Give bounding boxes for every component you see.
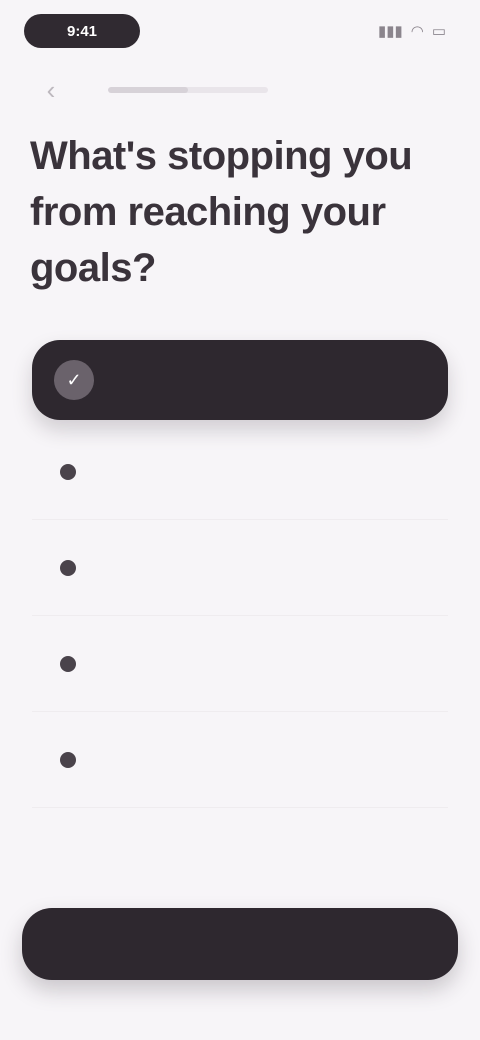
- continue-button[interactable]: [22, 908, 458, 980]
- check-icon: ✓: [54, 360, 94, 400]
- option-bullet-icon: [60, 751, 76, 768]
- wifi-icon: ◠: [410, 23, 424, 40]
- option-item[interactable]: [32, 520, 448, 616]
- option-selected[interactable]: ✓: [32, 340, 448, 420]
- status-icons: ▮▮▮ ◠ ▭: [378, 22, 446, 40]
- status-bar: 9:41 ▮▮▮ ◠ ▭: [24, 14, 446, 48]
- screen: 9:41 ▮▮▮ ◠ ▭ ‹ What's stopping you from …: [0, 0, 480, 1040]
- back-arrow-icon: ‹: [46, 75, 56, 105]
- options-list: ✓: [32, 340, 448, 808]
- top-nav: ‹: [34, 72, 446, 108]
- option-bullet-icon: [60, 559, 76, 576]
- signal-icon: ▮▮▮: [377, 23, 403, 40]
- question-title: What's stopping you from reaching your g…: [30, 134, 413, 290]
- status-time: 9:41: [24, 14, 140, 48]
- option-item[interactable]: [32, 712, 448, 808]
- battery-icon: ▭: [431, 23, 446, 40]
- option-bullet-icon: [60, 655, 76, 672]
- option-item[interactable]: [32, 616, 448, 712]
- option-bullet-icon: [60, 463, 76, 480]
- progress-bar: [108, 87, 268, 93]
- back-button[interactable]: ‹: [34, 73, 68, 107]
- progress-fill: [108, 87, 188, 93]
- option-item[interactable]: [32, 424, 448, 520]
